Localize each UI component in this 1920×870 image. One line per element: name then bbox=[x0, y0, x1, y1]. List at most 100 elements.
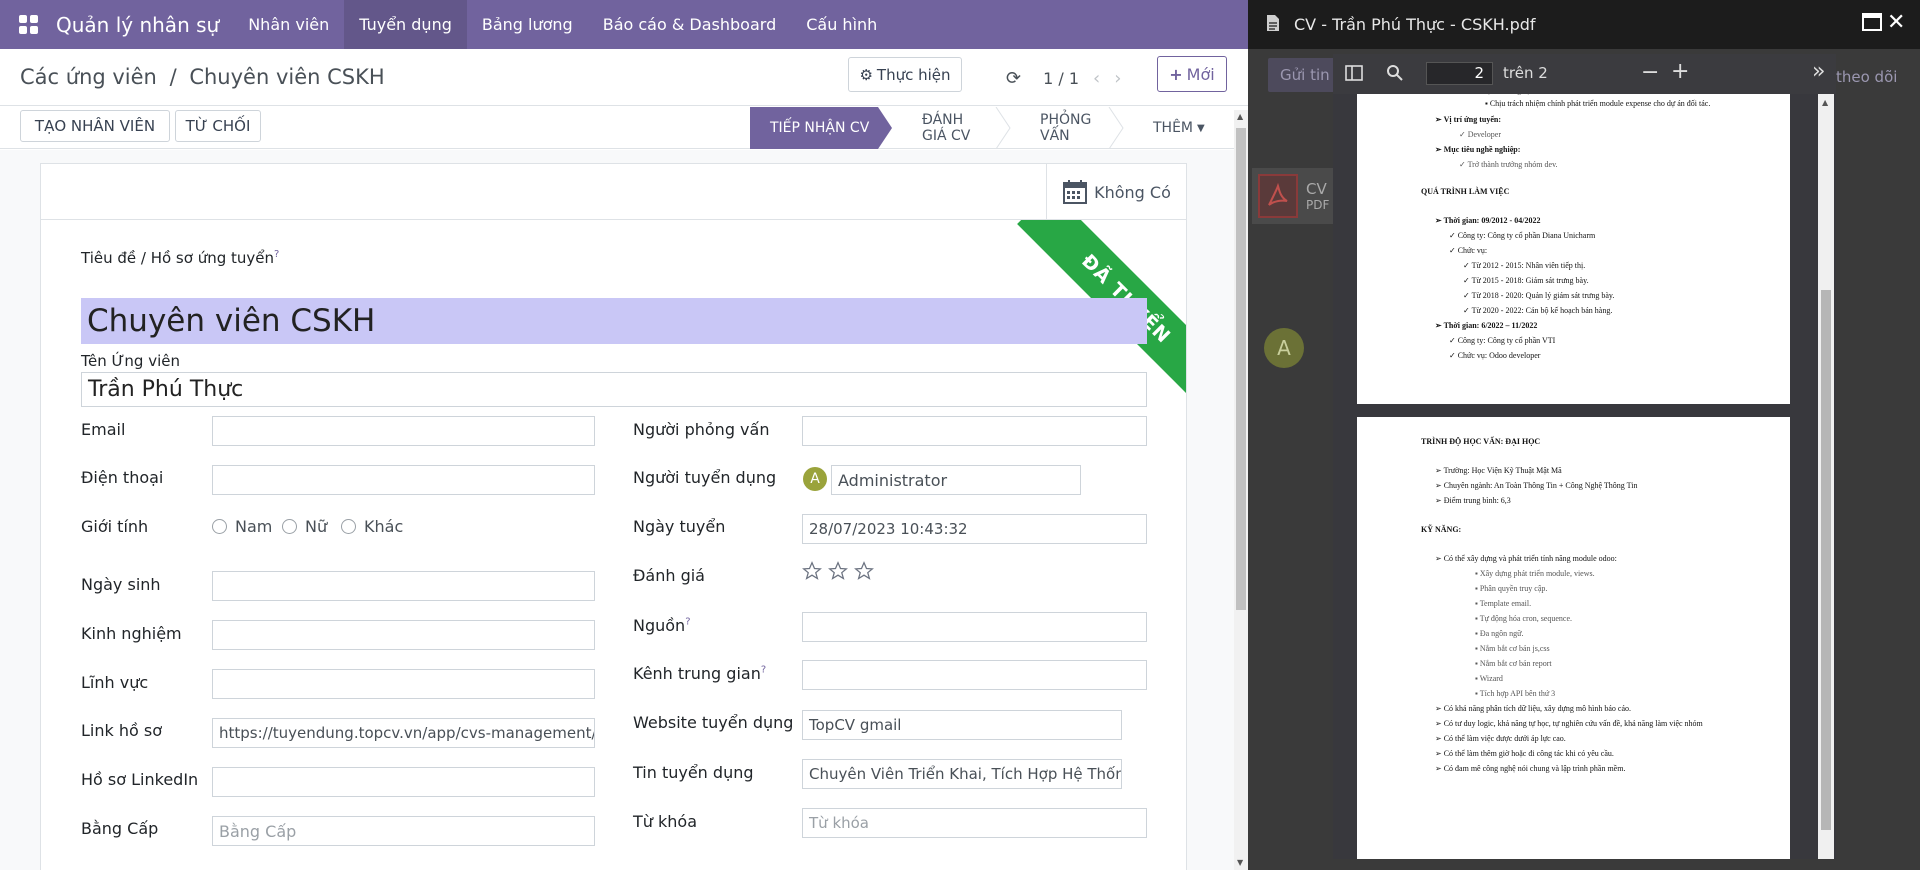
source-input[interactable] bbox=[802, 612, 1147, 642]
stage-more-dropdown[interactable]: THÊM ▼ bbox=[1123, 107, 1228, 149]
gender-radio-female[interactable]: Nữ bbox=[282, 517, 327, 536]
help-icon[interactable]: ? bbox=[274, 249, 279, 260]
pager: ⟳ 1 / 1 ‹ › bbox=[1006, 63, 1121, 93]
nav-item-employees[interactable]: Nhân viên bbox=[233, 0, 344, 49]
nav-item-reports[interactable]: Báo cáo & Dashboard bbox=[588, 0, 792, 49]
divider bbox=[0, 105, 1248, 106]
pdf-line: ▪ Tự động hóa cron, sequence. bbox=[1475, 614, 1573, 623]
pdf-title: CV - Trần Phú Thực - CSKH.pdf bbox=[1294, 15, 1536, 34]
pdf-line: ➢ Có đam mê công nghệ nói chung và lập t… bbox=[1435, 764, 1626, 773]
scroll-up-icon[interactable]: ▲ bbox=[1237, 112, 1243, 121]
star-icon[interactable] bbox=[854, 561, 874, 581]
more-tools-icon[interactable]: » bbox=[1812, 59, 1825, 84]
action-button-label: Thực hiện bbox=[876, 65, 951, 84]
title-label-text: Tiêu đề / Hồ sơ ứng tuyển bbox=[81, 249, 275, 267]
field-label: Lĩnh vực bbox=[81, 673, 149, 692]
attachment-ext: PDF bbox=[1306, 198, 1330, 212]
field-input[interactable] bbox=[212, 669, 595, 699]
keywords-label: Từ khóa bbox=[633, 812, 697, 831]
close-icon[interactable]: ✕ bbox=[1887, 10, 1905, 35]
refuse-button[interactable]: TỪ CHỐI bbox=[175, 110, 261, 142]
meeting-smart-button[interactable]: Không Có bbox=[1046, 164, 1186, 220]
title-label: Tiêu đề / Hồ sơ ứng tuyển? bbox=[81, 249, 279, 267]
pdf-line: ✓ Chức vụ: bbox=[1449, 246, 1488, 255]
gender-radio-male[interactable]: Nam bbox=[212, 517, 272, 536]
recruiter-avatar: A bbox=[803, 467, 827, 491]
keywords-input[interactable]: Từ khóa bbox=[802, 808, 1147, 838]
apps-menu-icon[interactable] bbox=[0, 0, 56, 49]
pdf-line: ✓ Công ty: Công ty cổ phần Diana Unichar… bbox=[1449, 231, 1596, 240]
pdf-line: ✓ Công ty: Công ty cổ phần VTI bbox=[1449, 336, 1556, 345]
interviewer-input[interactable] bbox=[802, 416, 1147, 446]
scroll-down-icon[interactable]: ▼ bbox=[1237, 858, 1243, 867]
nav-item-recruitment[interactable]: Tuyển dụng bbox=[344, 0, 467, 49]
stage-evaluate-cv[interactable]: ĐÁNH GIÁ CV bbox=[892, 107, 1010, 149]
gender-radio-other[interactable]: Khác bbox=[341, 517, 403, 536]
profile-link-label: Link hồ sơ bbox=[81, 721, 162, 740]
action-button[interactable]: ⚙ Thực hiện bbox=[848, 57, 962, 92]
phone-input[interactable] bbox=[212, 465, 595, 495]
pdf-heading: TRÌNH ĐỘ HỌC VẤN: ĐẠI HỌC bbox=[1421, 437, 1541, 446]
hire-date-input[interactable]: 28/07/2023 10:43:32 bbox=[802, 514, 1147, 544]
page-number-input[interactable]: 2 bbox=[1426, 62, 1493, 85]
breadcrumb-parent[interactable]: Các ứng viên bbox=[20, 65, 157, 89]
partner-name-input[interactable]: Trần Phú Thực bbox=[81, 372, 1147, 407]
stage-receive-cv[interactable]: TIẾP NHẬN CV bbox=[750, 107, 892, 149]
job-post-input[interactable]: Chuyên Viên Triển Khai, Tích Hợp Hệ Thốn… bbox=[802, 759, 1122, 789]
star-icon[interactable] bbox=[828, 561, 848, 581]
email-input[interactable] bbox=[212, 416, 595, 446]
pager-next-icon[interactable]: › bbox=[1114, 68, 1121, 89]
stage-interview[interactable]: PHỎNG VẤN bbox=[1010, 107, 1123, 149]
linkedin-input[interactable] bbox=[212, 767, 595, 797]
title-input[interactable]: Chuyên viên CSKH bbox=[81, 298, 1147, 344]
pdf-line: ➢ Điểm trung bình: 6,3 bbox=[1435, 496, 1511, 505]
degree-select[interactable]: Bằng Cấp bbox=[212, 816, 595, 846]
pdf-scrollbar[interactable]: ▲ bbox=[1818, 94, 1834, 859]
nav-item-config[interactable]: Cấu hình bbox=[791, 0, 892, 49]
pdf-line: ✓ Trở thành trưởng nhóm dev. bbox=[1459, 160, 1558, 169]
pdf-file-icon bbox=[1258, 174, 1298, 218]
pdf-scrollbar-thumb[interactable] bbox=[1821, 290, 1831, 830]
nav-item-payroll[interactable]: Bảng lương bbox=[467, 0, 588, 49]
sidebar-toggle-icon[interactable] bbox=[1345, 65, 1363, 85]
gear-icon: ⚙ bbox=[859, 65, 873, 84]
search-icon[interactable] bbox=[1386, 64, 1404, 86]
birthday-input[interactable] bbox=[212, 571, 595, 601]
page-total: trên 2 bbox=[1503, 64, 1548, 82]
scroll-up-icon[interactable]: ▲ bbox=[1822, 98, 1828, 107]
experience-input[interactable] bbox=[212, 620, 595, 650]
star-icon[interactable] bbox=[802, 561, 822, 581]
scrollbar-thumb[interactable] bbox=[1236, 128, 1246, 610]
pdf-page-2: TRÌNH ĐỘ HỌC VẤN: ĐẠI HỌC ➢ Trường: Học … bbox=[1357, 417, 1790, 859]
follow-label[interactable]: theo dõi bbox=[1836, 68, 1897, 86]
pdf-line: ➢ Thời gian: 6/2022 – 11/2022 bbox=[1435, 321, 1538, 330]
website-input[interactable]: TopCV gmail bbox=[802, 710, 1122, 740]
email-label: Email bbox=[81, 420, 126, 439]
pdf-line: ➢ Thời gian: 09/2012 - 04/2022 bbox=[1435, 216, 1541, 225]
attachment-card[interactable]: CV PDF bbox=[1252, 168, 1344, 224]
new-button[interactable]: + Mới bbox=[1157, 56, 1227, 92]
help-icon[interactable]: ? bbox=[761, 665, 766, 676]
create-employee-button[interactable]: TẠO NHÂN VIÊN bbox=[20, 110, 170, 142]
app-title[interactable]: Quản lý nhân sự bbox=[56, 13, 219, 37]
recruiter-input[interactable]: Administrator bbox=[831, 465, 1081, 495]
refresh-icon[interactable]: ⟳ bbox=[1006, 68, 1021, 89]
plus-icon: + bbox=[1169, 64, 1183, 84]
source-label-text: Nguồn bbox=[633, 616, 686, 635]
zoom-in-icon[interactable]: + bbox=[1671, 59, 1689, 84]
pdf-document-area[interactable]: (IT Manager) ▪ Chịu trách nhiệm chính ph… bbox=[1333, 94, 1836, 859]
new-button-label: Mới bbox=[1186, 64, 1215, 84]
rating-stars[interactable] bbox=[802, 561, 874, 581]
pager-value[interactable]: 1 / 1 bbox=[1043, 69, 1079, 88]
help-icon[interactable]: ? bbox=[685, 617, 690, 628]
form-scrollbar[interactable]: ▲ ▼ bbox=[1234, 110, 1248, 870]
medium-label: Kênh trung gian? bbox=[633, 664, 766, 683]
zoom-out-icon[interactable]: − bbox=[1641, 60, 1659, 85]
top-navbar: Quản lý nhân sự Nhân viên Tuyển dụng Bản… bbox=[0, 0, 1248, 49]
radio-circle-icon bbox=[341, 519, 356, 534]
pdf-line: ▪ Chịu trách nhiệm chính phát triển modu… bbox=[1485, 99, 1711, 108]
fullscreen-icon[interactable] bbox=[1862, 13, 1882, 35]
pager-prev-icon[interactable]: ‹ bbox=[1093, 68, 1100, 89]
profile-link-input[interactable]: https://tuyendung.topcv.vn/app/cvs-manag… bbox=[212, 718, 595, 748]
medium-input[interactable] bbox=[802, 660, 1147, 690]
